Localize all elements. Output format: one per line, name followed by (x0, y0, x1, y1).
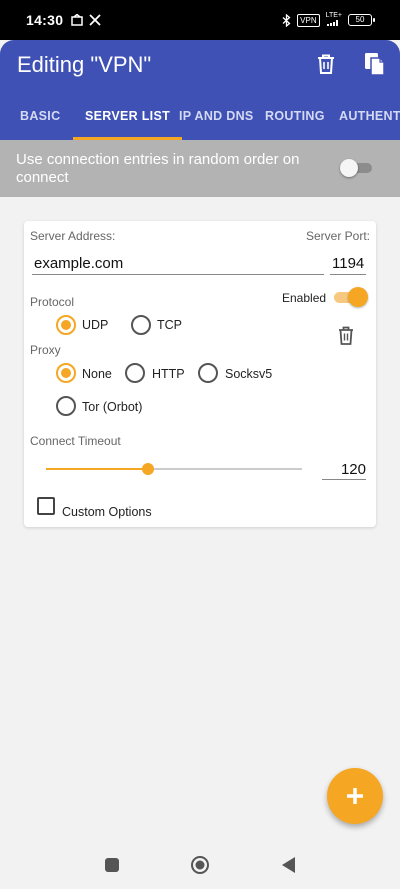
random-order-label: Use connection entries in random order o… (16, 151, 300, 186)
app-bar: Editing "VPN" BASIC SERVER LIST IP AND D… (0, 40, 400, 140)
status-bar: 14:30 VPN LTE+ 50 (0, 0, 400, 40)
server-port-input[interactable]: 1194 (332, 255, 364, 272)
random-order-switch[interactable] (340, 159, 372, 177)
delete-entry-button[interactable] (335, 323, 357, 347)
add-server-button[interactable] (327, 768, 383, 824)
custom-options-checkbox[interactable] (37, 497, 55, 515)
proxy-socksv5-radio[interactable] (198, 363, 218, 383)
protocol-tcp-radio[interactable] (131, 315, 151, 335)
proxy-none-label: None (82, 367, 112, 381)
add-icon (347, 788, 363, 804)
tab-ip-and-dns[interactable]: IP AND DNS (179, 98, 254, 140)
recents-button[interactable] (101, 854, 123, 876)
proxy-tor-radio[interactable] (56, 396, 76, 416)
bluetooth-icon (282, 13, 291, 27)
connect-timeout-label: Connect Timeout (30, 434, 121, 448)
home-button[interactable] (189, 854, 211, 876)
slider-thumb[interactable] (142, 463, 155, 475)
enabled-switch[interactable] (334, 287, 368, 307)
protocol-udp-radio[interactable] (56, 315, 76, 335)
connect-timeout-input[interactable]: 120 (341, 461, 366, 478)
proxy-none-radio[interactable] (56, 363, 76, 383)
copy-profile-button[interactable] (360, 49, 390, 79)
protocol-label: Protocol (30, 295, 75, 309)
slider-fill (46, 468, 149, 470)
vpn-badge: VPN (297, 13, 320, 27)
copy-icon (365, 53, 385, 76)
system-nav-bar (0, 841, 400, 889)
tab-authentication[interactable]: AUTHENTICATION (339, 98, 400, 140)
proxy-http-radio[interactable] (125, 363, 145, 383)
signal-icon (326, 19, 338, 26)
proxy-http-label: HTTP (152, 367, 185, 381)
proxy-label: Proxy (30, 343, 61, 357)
page-title: Editing "VPN" (17, 52, 152, 77)
notification-app-icon (71, 14, 84, 26)
delete-icon (318, 54, 334, 74)
network-indicator: LTE+ (326, 12, 342, 29)
server-address-input[interactable]: example.com (34, 255, 123, 272)
battery-indicator: 50 (348, 14, 375, 26)
protocol-udp-label: UDP (82, 318, 109, 332)
home-icon (191, 856, 209, 874)
protocol-tcp-label: TCP (157, 318, 182, 332)
x-icon (89, 14, 101, 26)
back-icon (282, 857, 295, 873)
delete-icon (339, 326, 353, 345)
proxy-tor-label: Tor (Orbot) (82, 400, 143, 414)
server-entry-card: Server Address: Server Port: example.com… (24, 221, 376, 527)
tab-basic[interactable]: BASIC (20, 98, 60, 140)
enabled-label: Enabled (282, 291, 327, 305)
tab-server-list[interactable]: SERVER LIST (72, 98, 183, 140)
server-port-label: Server Port: (305, 229, 370, 243)
tab-routing[interactable]: ROUTING (265, 98, 325, 140)
tab-bar: BASIC SERVER LIST IP AND DNS ROUTING AUT… (0, 98, 400, 140)
connect-timeout-slider[interactable] (46, 463, 302, 475)
delete-profile-button[interactable] (311, 49, 341, 79)
back-button[interactable] (277, 854, 299, 876)
status-time: 14:30 (26, 12, 64, 28)
recents-icon (105, 858, 119, 872)
custom-options-label: Custom Options (62, 505, 152, 519)
proxy-socksv5-label: Socksv5 (225, 367, 273, 381)
server-address-label: Server Address: (30, 229, 116, 243)
